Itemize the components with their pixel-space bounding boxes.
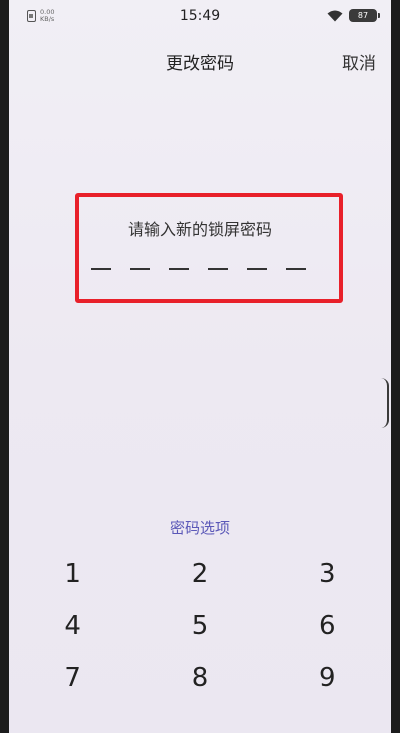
key-3[interactable]: 3	[264, 548, 391, 600]
battery-icon: 87	[349, 9, 380, 22]
status-right: 87	[327, 9, 380, 22]
phone-frame: 0.00 KB/s 15:49 87 更改密码 取消 请输入新的锁屏密码 密码选…	[0, 0, 400, 733]
screen-edge-bump	[377, 378, 389, 428]
key-2[interactable]: 2	[136, 548, 263, 600]
password-options-link[interactable]: 密码选项	[9, 517, 391, 538]
status-bar: 0.00 KB/s 15:49 87	[9, 0, 391, 34]
page-title: 更改密码	[166, 54, 234, 74]
wifi-icon	[327, 10, 343, 22]
numeric-keypad: 1 2 3 4 5 6 7 8 9	[9, 548, 391, 704]
key-4[interactable]: 4	[9, 600, 136, 652]
key-6[interactable]: 6	[264, 600, 391, 652]
key-8[interactable]: 8	[136, 652, 263, 704]
key-1[interactable]: 1	[9, 548, 136, 600]
highlight-annotation	[75, 193, 343, 303]
key-5[interactable]: 5	[136, 600, 263, 652]
screen: 0.00 KB/s 15:49 87 更改密码 取消 请输入新的锁屏密码 密码选…	[9, 0, 391, 733]
key-7[interactable]: 7	[9, 652, 136, 704]
key-9[interactable]: 9	[264, 652, 391, 704]
cancel-button[interactable]: 取消	[342, 49, 376, 74]
